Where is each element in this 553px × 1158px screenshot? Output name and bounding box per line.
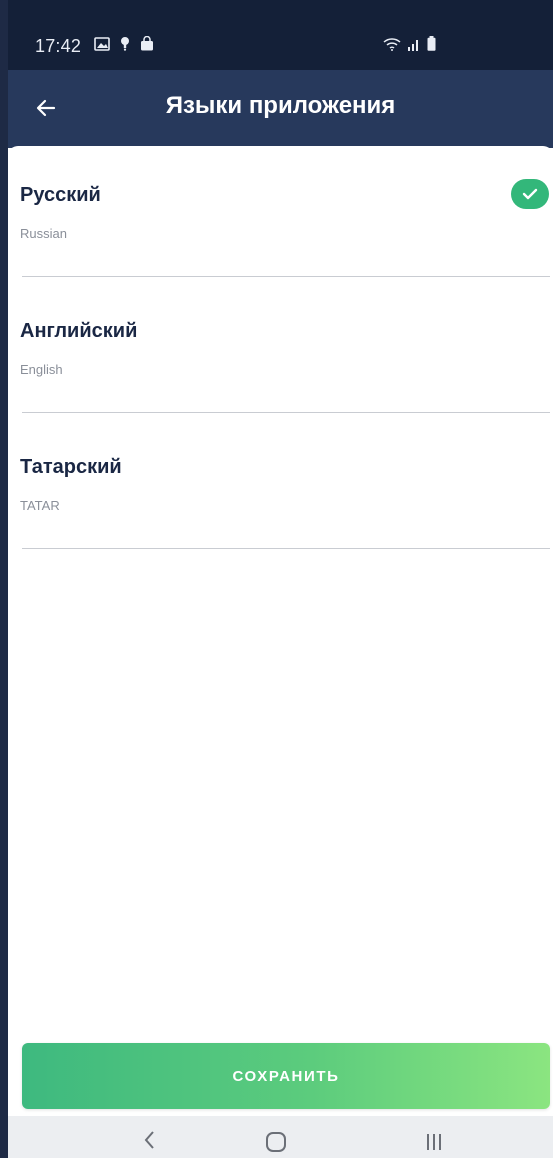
app-bar: Языки приложения: [8, 70, 553, 148]
page-title: Языки приложения: [165, 92, 396, 119]
language-item-tatar[interactable]: Татарский TATAR: [20, 418, 550, 552]
language-list: Русский Russian Английский English Татар…: [8, 146, 553, 1114]
language-name: Татарский: [20, 456, 122, 478]
language-subtitle: TATAR: [20, 498, 60, 513]
status-time: 17:42: [35, 36, 82, 56]
divider: [22, 548, 550, 549]
check-icon: [511, 179, 549, 209]
wifi-icon: [383, 37, 401, 56]
language-name: Английский: [20, 320, 138, 342]
language-name: Русский: [20, 184, 101, 206]
language-subtitle: Russian: [20, 226, 67, 241]
image-icon: [94, 36, 110, 56]
status-icons-left: [94, 35, 154, 56]
recents-nav-icon[interactable]: [414, 1130, 454, 1158]
location-pin-icon: [120, 36, 130, 56]
back-nav-icon[interactable]: [130, 1130, 170, 1158]
shopping-bag-icon: [140, 35, 154, 56]
divider: [22, 412, 550, 413]
language-subtitle: English: [20, 362, 63, 377]
language-item-english[interactable]: Английский English: [20, 282, 550, 416]
signal-icon: [407, 37, 421, 56]
divider: [22, 276, 550, 277]
home-nav-icon[interactable]: [256, 1130, 296, 1158]
left-edge: [0, 0, 8, 1158]
battery-icon: [427, 36, 436, 56]
language-item-russian[interactable]: Русский Russian: [20, 146, 550, 280]
app-screen: 17:42 Языки приложения Русский Russian А…: [0, 0, 553, 1158]
status-icons-right: [383, 36, 436, 56]
status-bar: 17:42: [8, 0, 553, 70]
system-nav-bar: [8, 1116, 553, 1158]
save-button[interactable]: СОХРАНИТЬ: [22, 1043, 550, 1109]
